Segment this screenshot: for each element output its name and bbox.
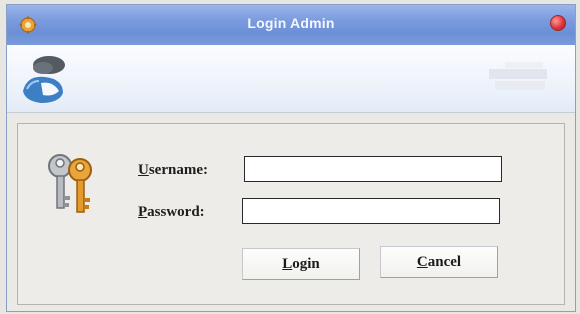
login-button-mnemonic: L [282,256,293,272]
header-banner [7,45,575,113]
cancel-button-text: ancel [427,254,462,270]
password-input[interactable] [242,198,500,224]
keys-icon [48,154,92,213]
banner-decoration [489,62,547,90]
login-window: Login Admin Username: Password: Login Ca… [6,4,576,312]
login-button-text: ogin [292,256,320,272]
close-icon[interactable] [550,15,566,31]
username-label: Username: [138,162,208,179]
password-label: Password: [138,204,205,221]
password-label-text: assword: [147,204,205,220]
username-label-mnemonic: U [138,162,149,178]
cancel-button-mnemonic: C [416,254,428,270]
login-button[interactable]: Login [242,248,360,280]
password-label-mnemonic: P [138,204,148,220]
username-label-text: sername: [148,162,208,178]
window-title: Login Admin [247,15,335,31]
title-bar[interactable]: Login Admin [7,5,575,45]
login-form: Username: Password: Login Cancel [17,123,565,305]
cancel-button[interactable]: Cancel [380,246,498,278]
username-input[interactable] [244,156,502,182]
users-icon [23,56,65,103]
